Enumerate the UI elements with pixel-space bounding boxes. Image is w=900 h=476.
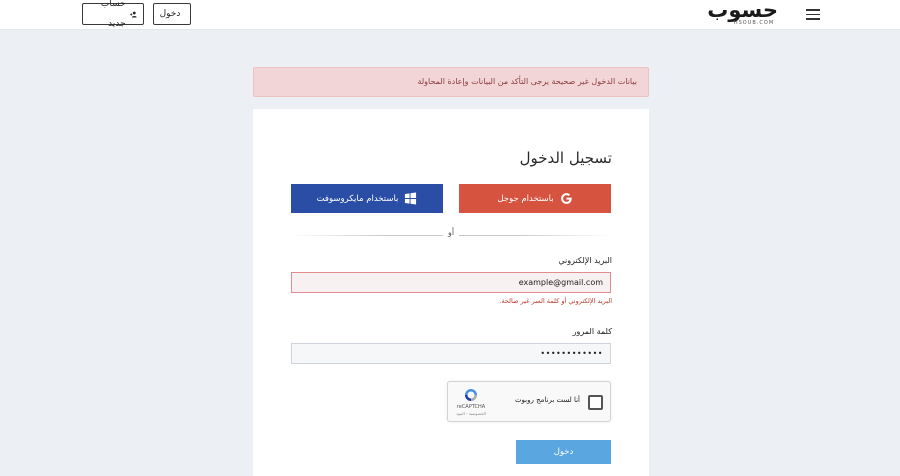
login-nav-label: دخول xyxy=(159,9,181,19)
add-user-icon xyxy=(129,11,137,18)
recaptcha-checkbox[interactable] xyxy=(588,395,603,410)
password-field[interactable]: •••••••••••• xyxy=(291,343,611,364)
email-label: البريد الإلكتروني xyxy=(558,256,612,265)
email-error-message: البريد الإلكتروني أو كلمة السر غير صالحة… xyxy=(499,297,612,305)
microsoft-login-label: باستخدام مايكروسوفت xyxy=(316,193,399,204)
submit-login-button[interactable]: دخول xyxy=(516,440,611,464)
windows-icon xyxy=(405,192,417,205)
login-card: تسجيل الدخول باستخدام جوجل باستخدام مايك… xyxy=(253,109,649,476)
email-field[interactable]: example@gmail.com xyxy=(291,272,611,293)
recaptcha-terms[interactable]: الخصوصية - البنود xyxy=(451,411,491,416)
email-value: example@gmail.com xyxy=(518,278,603,287)
recaptcha-brand: reCAPTCHA xyxy=(456,404,486,410)
or-divider-text: أو xyxy=(443,228,459,237)
google-icon xyxy=(560,193,572,204)
submit-label: دخول xyxy=(553,447,574,457)
google-login-label: باستخدام جوجل xyxy=(497,193,554,204)
error-alert: بيانات الدخول غير صحيحة يرجى التأكد من ا… xyxy=(253,67,649,97)
password-value: •••••••••••• xyxy=(540,349,603,358)
alert-message: بيانات الدخول غير صحيحة يرجى التأكد من ا… xyxy=(417,77,637,86)
microsoft-login-button[interactable]: باستخدام مايكروسوفت xyxy=(291,184,443,213)
page-title: تسجيل الدخول xyxy=(519,149,612,167)
register-label: حساب جديد xyxy=(100,0,126,29)
hsoub-logo[interactable]: حسوب HSOUB.COM xyxy=(707,0,779,27)
hamburger-menu-icon[interactable] xyxy=(806,9,820,20)
recaptcha-label: أنا لست برنامج روبوت xyxy=(514,396,580,404)
register-button[interactable]: حساب جديد xyxy=(82,0,144,29)
recaptcha-logo: reCAPTCHA الخصوصية - البنود xyxy=(451,387,491,419)
logo-text: حسوب xyxy=(707,0,779,22)
top-navbar: حساب جديد دخول حسوب HSOUB.COM xyxy=(0,0,900,30)
logo-subtext: HSOUB.COM xyxy=(733,20,775,26)
login-nav-button[interactable]: دخول xyxy=(153,3,191,25)
recaptcha-widget: أنا لست برنامج روبوت reCAPTCHA الخصوصية … xyxy=(447,381,611,422)
recaptcha-icon xyxy=(465,389,477,401)
password-label: كلمة المرور xyxy=(572,327,612,336)
google-login-button[interactable]: باستخدام جوجل xyxy=(459,184,611,213)
